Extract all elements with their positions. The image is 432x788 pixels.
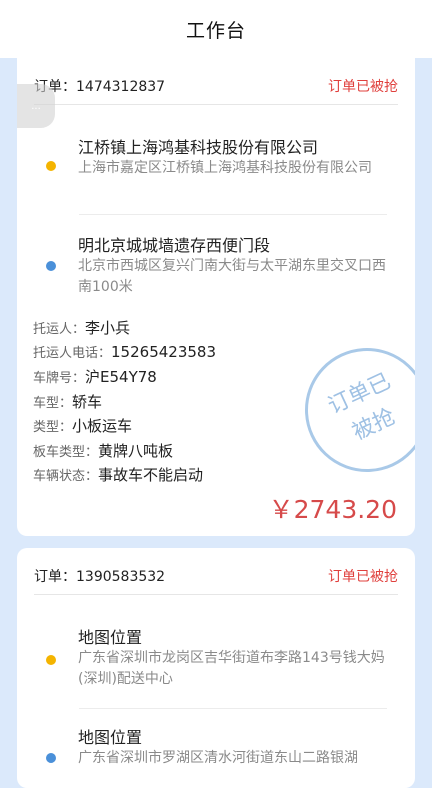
field-value: 事故车不能启动 [98, 466, 204, 484]
dropoff-address: 地图位置 广东省深圳市罗湖区清水河街道东山二路银湖 [34, 718, 398, 778]
field-label: 车型： [33, 396, 73, 411]
field-label: 车牌号： [33, 371, 86, 386]
field-label: 板车类型： [33, 445, 99, 460]
order-status: 订单已被抢 [328, 79, 398, 95]
order-number: 订单：1390583532 [34, 566, 165, 586]
dropoff-name: 明北京城城墙遗存西便门段 [78, 236, 271, 255]
field-value: 沪E54Y78 [85, 368, 157, 386]
field-car-model: 车型：轿车 [33, 391, 102, 412]
order-header: 订单：1390583532 订单已被抢 [34, 558, 398, 595]
field-value: 15265423583 [111, 343, 216, 361]
field-value: 李小兵 [85, 319, 131, 337]
pickup-detail: 上海市嘉定区江桥镇上海鸿基科技股份有限公司 [78, 160, 372, 176]
order-header: 订单：1474312837 订单已被抢 [34, 68, 398, 105]
pickup-name: 江桥镇上海鸿基科技股份有限公司 [78, 138, 319, 157]
pickup-dot-icon [46, 655, 56, 665]
field-trailer-type: 板车类型：黄牌八吨板 [33, 440, 173, 461]
order-price: ￥2743.20 [268, 495, 397, 524]
field-value: 轿车 [72, 393, 103, 411]
app-header: 工作台 [0, 0, 432, 58]
field-shipper: 托运人：李小兵 [33, 317, 130, 338]
field-value: 黄牌八吨板 [98, 442, 174, 460]
field-label: 车辆状态： [33, 469, 99, 484]
grabbed-stamp: 订单已被抢 [284, 327, 415, 493]
order-status: 订单已被抢 [328, 569, 398, 585]
dropoff-address: 明北京城城墙遗存西便门段 北京市西城区复兴门南大街与太平湖东里交叉口西南100米 [34, 228, 398, 308]
field-vehicle-status: 车辆状态：事故车不能启动 [33, 464, 203, 485]
dropoff-name: 地图位置 [78, 728, 143, 747]
pickup-dot-icon [46, 161, 56, 171]
field-value: 小板运车 [72, 417, 133, 435]
field-type: 类型：小板运车 [33, 415, 132, 436]
order-number-value: 1474312837 [76, 79, 166, 95]
pickup-address: 江桥镇上海鸿基科技股份有限公司 上海市嘉定区江桥镇上海鸿基科技股份有限公司 [34, 128, 398, 208]
pickup-address: 地图位置 广东省深圳市龙岗区吉华街道布李路143号钱大妈(深圳)配送中心 [34, 618, 398, 698]
more-icon: ... [31, 100, 41, 112]
dropoff-detail: 北京市西城区复兴门南大街与太平湖东里交叉口西南100米 [78, 258, 386, 295]
field-label: 托运人： [33, 322, 86, 337]
floating-more-button[interactable]: ... [17, 84, 55, 128]
dropoff-dot-icon [46, 261, 56, 271]
page-title: 工作台 [185, 19, 246, 42]
stamp-text: 订单已被抢 [324, 368, 400, 446]
order-card[interactable]: 订单：1474312837 订单已被抢 江桥镇上海鸿基科技股份有限公司 上海市嘉… [17, 58, 415, 536]
order-number-value: 1390583532 [76, 569, 166, 585]
field-plate: 车牌号：沪E54Y78 [33, 366, 157, 387]
dropoff-detail: 广东省深圳市罗湖区清水河街道东山二路银湖 [78, 750, 358, 766]
pickup-name: 地图位置 [78, 628, 143, 647]
field-shipper-phone[interactable]: 托运人电话：15265423583 [33, 342, 216, 361]
field-label: 类型： [33, 420, 73, 435]
address-divider [79, 708, 387, 709]
order-label: 订单： [34, 569, 76, 585]
address-divider [79, 214, 387, 215]
pickup-detail: 广东省深圳市龙岗区吉华街道布李路143号钱大妈(深圳)配送中心 [78, 650, 385, 687]
order-card[interactable]: 订单：1390583532 订单已被抢 地图位置 广东省深圳市龙岗区吉华街道布李… [17, 548, 415, 788]
dropoff-dot-icon [46, 753, 56, 763]
field-label: 托运人电话： [33, 346, 112, 361]
